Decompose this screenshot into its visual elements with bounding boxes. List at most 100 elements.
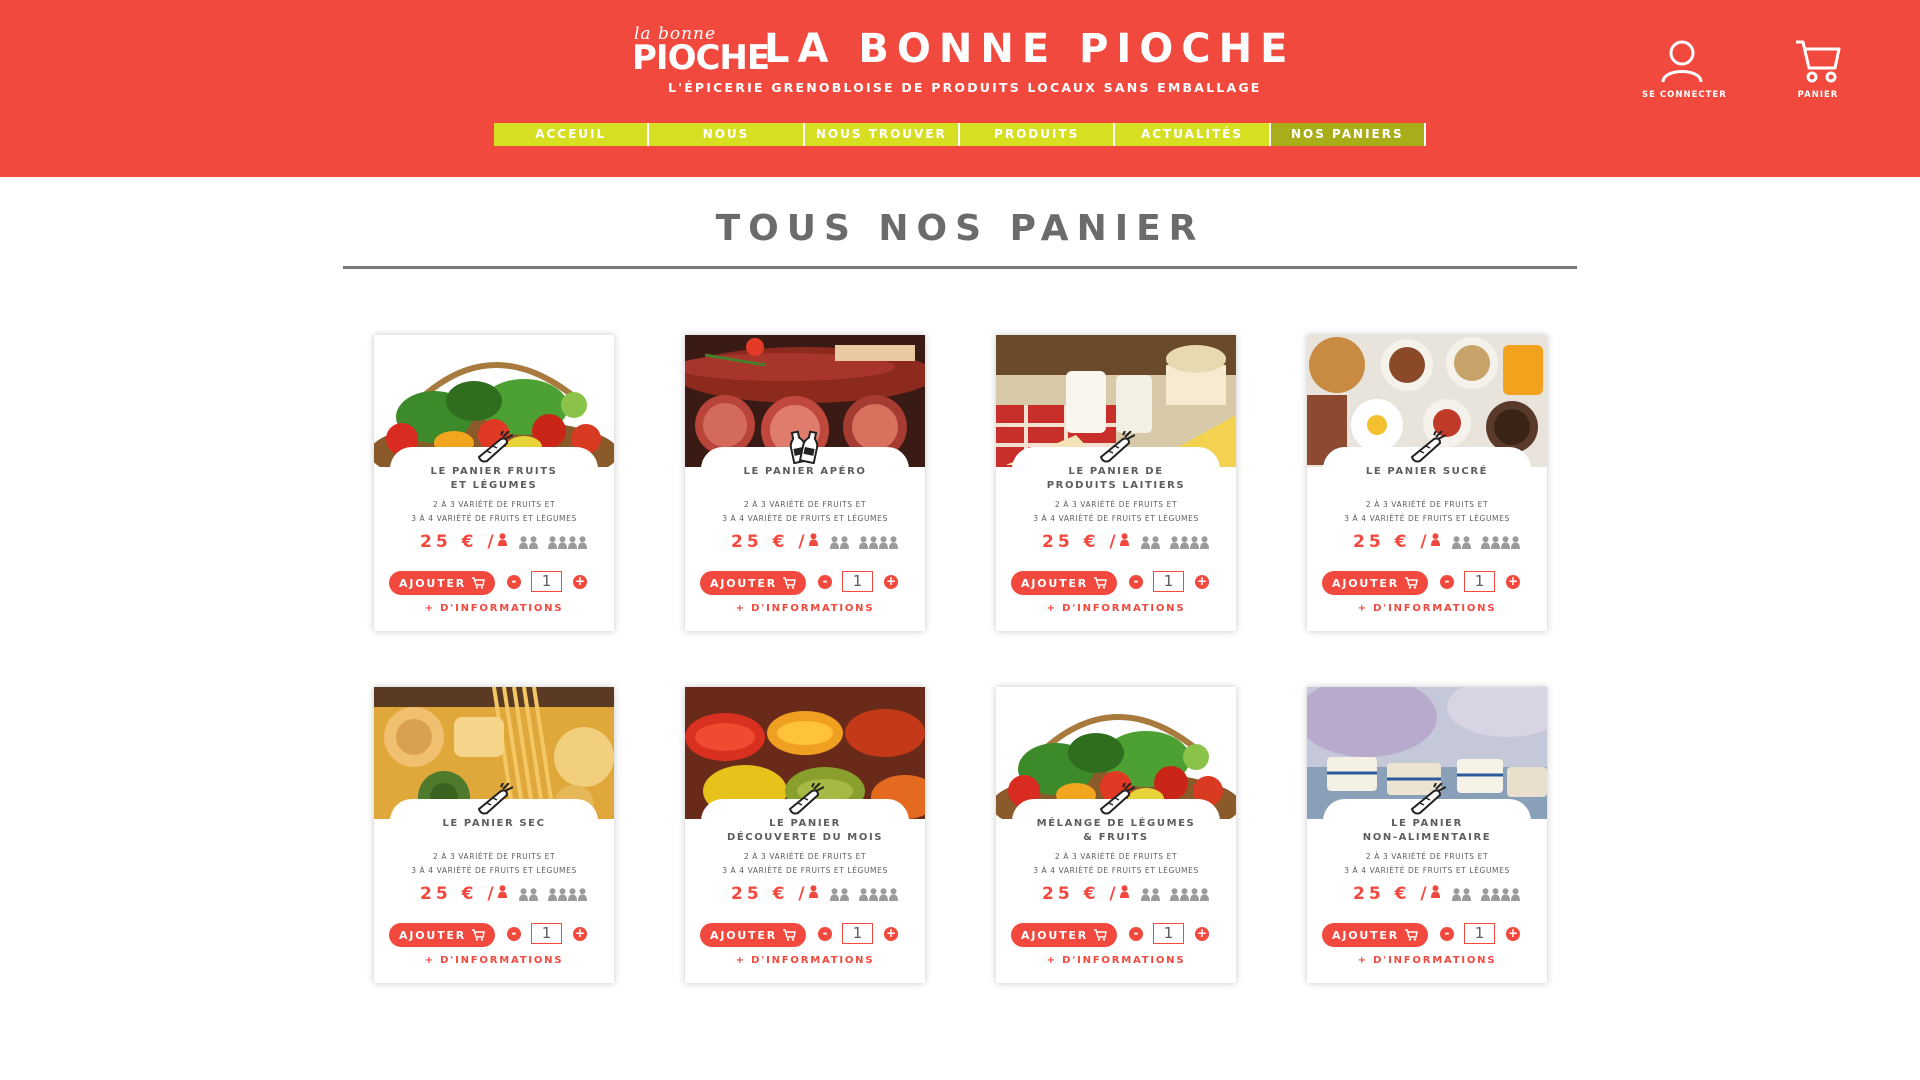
person-icon-2[interactable]: [830, 887, 849, 901]
site-logo[interactable]: la bonne PIOCHE: [632, 24, 770, 78]
product-name-line1: LE PANIER DE: [1068, 466, 1164, 477]
product-name: LE PANIER FRUITS ET LÉGUMES: [384, 465, 604, 493]
person-icon-1[interactable]: [498, 533, 507, 551]
nav-item-nos-paniers[interactable]: NOS PANIERS: [1270, 123, 1426, 146]
person-icon-1[interactable]: [1431, 885, 1440, 903]
nav-item-actualites[interactable]: ACTUALITÉS: [1115, 123, 1271, 146]
nav-item-produits[interactable]: PRODUITS: [959, 123, 1116, 146]
product-card: LE PANIER FRUITS ET LÉGUMES 2 À 3 VARIÉT…: [374, 335, 614, 631]
person-icon-4[interactable]: [548, 535, 587, 549]
product-name-line2: & FRUITS: [1083, 832, 1149, 843]
add-label: AJOUTER: [1021, 576, 1088, 590]
product-name: MÉLANGE DE LÉGUMES & FRUITS: [1006, 817, 1226, 845]
person-icon-2[interactable]: [1141, 535, 1160, 549]
person-icon-1[interactable]: [1120, 533, 1129, 551]
add-to-cart-button[interactable]: AJOUTER: [700, 571, 806, 595]
quantity-decrease-button[interactable]: -: [507, 575, 521, 589]
person-icon-1[interactable]: [1431, 533, 1440, 551]
quantity-input[interactable]: 1: [1464, 923, 1495, 944]
quantity-increase-button[interactable]: +: [1506, 927, 1520, 941]
quantity-input[interactable]: 1: [531, 923, 562, 944]
quantity-increase-button[interactable]: +: [1195, 927, 1209, 941]
carrot-icon: [1402, 429, 1450, 465]
nav-item-nous-trouver[interactable]: NOUS TROUVER: [804, 123, 960, 146]
person-icon-1[interactable]: [1120, 885, 1129, 903]
quantity-increase-button[interactable]: +: [884, 575, 898, 589]
person-icon-2[interactable]: [1452, 535, 1471, 549]
person-icon-2[interactable]: [519, 887, 538, 901]
product-price: 25 € /: [420, 532, 498, 552]
add-to-cart-button[interactable]: AJOUTER: [1322, 923, 1428, 947]
person-icon-2[interactable]: [830, 535, 849, 549]
person-count-selector: [1120, 885, 1209, 903]
more-info-link[interactable]: + D'INFORMATIONS: [1307, 955, 1547, 966]
person-icon-2[interactable]: [1452, 887, 1471, 901]
product-name-line2: DÉCOUVERTE DU MOIS: [726, 832, 884, 843]
product-name: LE PANIER DE PRODUITS LAITIERS: [1006, 465, 1226, 493]
person-icon-4[interactable]: [859, 887, 898, 901]
add-to-cart-button[interactable]: AJOUTER: [389, 923, 495, 947]
more-info-link[interactable]: + D'INFORMATIONS: [685, 603, 925, 614]
person-icon-1[interactable]: [809, 533, 818, 551]
add-to-cart-button[interactable]: AJOUTER: [1322, 571, 1428, 595]
add-to-cart-button[interactable]: AJOUTER: [700, 923, 806, 947]
product-price: 25 € /: [731, 884, 809, 904]
person-icon-1[interactable]: [498, 885, 507, 903]
login-button[interactable]: SE CONNECTER: [1642, 38, 1726, 100]
quantity-input[interactable]: 1: [1153, 571, 1184, 592]
quantity-input[interactable]: 1: [531, 571, 562, 592]
add-to-cart-button[interactable]: AJOUTER: [1011, 571, 1117, 595]
person-icon-1[interactable]: [809, 885, 818, 903]
product-price: 25 € /: [1042, 884, 1120, 904]
person-icon-4[interactable]: [859, 535, 898, 549]
product-description: 2 À 3 VARIÉTÉ DE FRUITS ET 3 À 4 VARIÉTÉ…: [695, 850, 915, 878]
product-card: LE PANIER SEC 2 À 3 VARIÉTÉ DE FRUITS ET…: [374, 687, 614, 983]
quantity-decrease-button[interactable]: -: [1440, 575, 1454, 589]
quantity-increase-button[interactable]: +: [573, 575, 587, 589]
nav-item-nous[interactable]: NOUS: [649, 123, 805, 146]
cart-small-icon: [471, 577, 485, 589]
cart-button[interactable]: PANIER: [1778, 38, 1858, 100]
quantity-input[interactable]: 1: [1464, 571, 1495, 592]
person-count-selector: [1120, 533, 1209, 551]
quantity-decrease-button[interactable]: -: [818, 927, 832, 941]
add-to-cart-button[interactable]: AJOUTER: [1011, 923, 1117, 947]
quantity-input[interactable]: 1: [842, 571, 873, 592]
quantity-decrease-button[interactable]: -: [1129, 575, 1143, 589]
description-line1: 2 À 3 VARIÉTÉ DE FRUITS ET: [432, 852, 556, 861]
quantity-input[interactable]: 1: [842, 923, 873, 944]
quantity-decrease-button[interactable]: -: [507, 927, 521, 941]
cart-label: PANIER: [1797, 90, 1839, 100]
more-info-link[interactable]: + D'INFORMATIONS: [374, 603, 614, 614]
product-card: LE PANIER NON-ALIMENTAIRE 2 À 3 VARIÉTÉ …: [1307, 687, 1547, 983]
carrot-icon: [1091, 781, 1139, 817]
more-info-link[interactable]: + D'INFORMATIONS: [374, 955, 614, 966]
add-to-cart-button[interactable]: AJOUTER: [389, 571, 495, 595]
person-icon-4[interactable]: [1170, 535, 1209, 549]
more-info-link[interactable]: + D'INFORMATIONS: [1307, 603, 1547, 614]
person-icon-4[interactable]: [1481, 535, 1520, 549]
person-icon-2[interactable]: [1141, 887, 1160, 901]
person-icon-4[interactable]: [1170, 887, 1209, 901]
quantity-increase-button[interactable]: +: [1506, 575, 1520, 589]
person-icon-4[interactable]: [1481, 887, 1520, 901]
quantity-increase-button[interactable]: +: [573, 927, 587, 941]
quantity-decrease-button[interactable]: -: [1129, 927, 1143, 941]
more-info-link[interactable]: + D'INFORMATIONS: [685, 955, 925, 966]
quantity-decrease-button[interactable]: -: [1440, 927, 1454, 941]
more-info-link[interactable]: + D'INFORMATIONS: [996, 603, 1236, 614]
quantity-increase-button[interactable]: +: [884, 927, 898, 941]
product-name-line1: LE PANIER APÉRO: [743, 466, 867, 477]
person-icon-4[interactable]: [548, 887, 587, 901]
nav-item-acceuil[interactable]: ACCEUIL: [494, 123, 650, 146]
person-count-selector: [498, 533, 587, 551]
quantity-input[interactable]: 1: [1153, 923, 1184, 944]
quantity-decrease-button[interactable]: -: [818, 575, 832, 589]
product-name-line1: LE PANIER SEC: [442, 818, 546, 829]
product-name-line1: LE PANIER: [769, 818, 841, 829]
quantity-increase-button[interactable]: +: [1195, 575, 1209, 589]
add-label: AJOUTER: [399, 928, 466, 942]
more-info-link[interactable]: + D'INFORMATIONS: [996, 955, 1236, 966]
person-icon-2[interactable]: [519, 535, 538, 549]
description-line2: 3 À 4 VARIÉTÉ DE FRUITS ET LÉGUMES: [1033, 514, 1199, 523]
